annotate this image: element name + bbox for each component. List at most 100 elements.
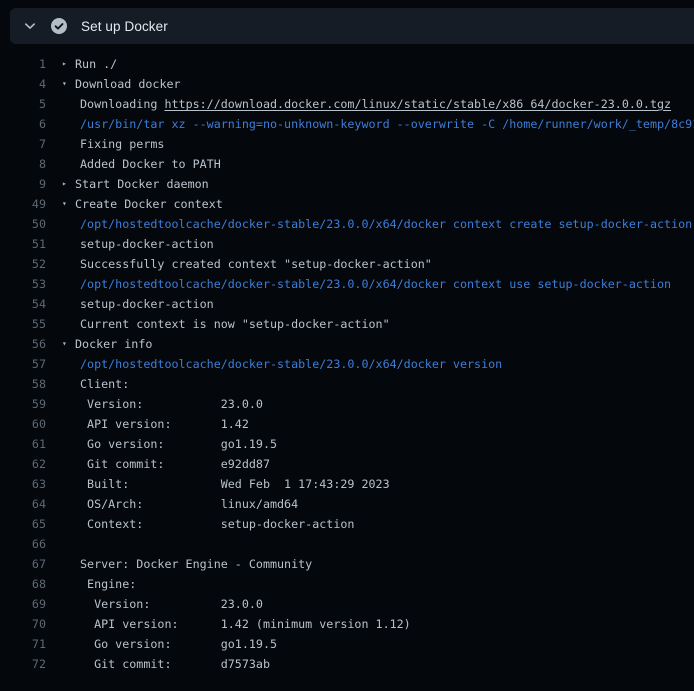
log-text: Added Docker to PATH — [80, 154, 221, 174]
log-text: Fixing perms — [80, 134, 164, 154]
log-line: 55 Current context is now "setup-docker-… — [0, 314, 694, 334]
line-number[interactable]: 9 — [0, 174, 46, 194]
line-number[interactable]: 60 — [0, 414, 46, 434]
line-number[interactable]: 63 — [0, 474, 46, 494]
log-line: 52 Successfully created context "setup-d… — [0, 254, 694, 274]
log-line: 51 setup-docker-action — [0, 234, 694, 254]
line-number[interactable]: 58 — [0, 374, 46, 394]
log-line: 50 /opt/hostedtoolcache/docker-stable/23… — [0, 214, 694, 234]
line-number[interactable]: 51 — [0, 234, 46, 254]
log-line: 71 Go version: go1.19.5 — [0, 634, 694, 654]
line-number[interactable]: 61 — [0, 434, 46, 454]
log-text: Server: Docker Engine - Community — [80, 554, 312, 574]
line-number[interactable]: 65 — [0, 514, 46, 534]
log-text: API version: 1.42 — [80, 414, 249, 434]
log-line: 49 ▾ Create Docker context — [0, 194, 694, 214]
log-text: Download docker — [75, 74, 181, 94]
log-text: setup-docker-action — [80, 234, 214, 254]
step-log-panel: Set up Docker 1 ▸ Run ./ 4 ▾ Download dock… — [0, 8, 694, 674]
log-text: Current context is now "setup-docker-act… — [80, 314, 390, 334]
log-text: /opt/hostedtoolcache/docker-stable/23.0.… — [80, 214, 694, 234]
log-line: 62 Git commit: e92dd87 — [0, 454, 694, 474]
log-text: /opt/hostedtoolcache/docker-stable/23.0.… — [80, 354, 502, 374]
log-url-link[interactable]: https://download.docker.com/linux/static… — [164, 97, 671, 111]
line-number[interactable]: 59 — [0, 394, 46, 414]
log-text: /opt/hostedtoolcache/docker-stable/23.0.… — [80, 274, 671, 294]
log-text: Successfully created context "setup-dock… — [80, 254, 432, 274]
log-text: OS/Arch: linux/amd64 — [80, 494, 298, 514]
log-line: 6 /usr/bin/tar xz --warning=no-unknown-k… — [0, 114, 694, 134]
log-line: 4 ▾ Download docker — [0, 74, 694, 94]
line-number[interactable]: 49 — [0, 194, 46, 214]
log-text: Downloading https://download.docker.com/… — [80, 94, 671, 114]
chevron-down-icon[interactable] — [22, 18, 38, 34]
log-text: API version: 1.42 (minimum version 1.12) — [80, 614, 411, 634]
log-text: Engine: — [80, 574, 136, 594]
line-number[interactable]: 64 — [0, 494, 46, 514]
step-title: Set up Docker — [81, 19, 168, 34]
log-text: Context: setup-docker-action — [80, 514, 354, 534]
group-toggle-icon[interactable]: ▾ — [62, 334, 67, 354]
line-number[interactable]: 72 — [0, 654, 46, 674]
log-line: 69 Version: 23.0.0 — [0, 594, 694, 614]
check-circle-icon — [50, 17, 68, 35]
line-number[interactable]: 53 — [0, 274, 46, 294]
line-number[interactable]: 69 — [0, 594, 46, 614]
log-line: 58 Client: — [0, 374, 694, 394]
log-line: 1 ▸ Run ./ — [0, 54, 694, 74]
line-number[interactable]: 57 — [0, 354, 46, 374]
line-number[interactable]: 62 — [0, 454, 46, 474]
line-number[interactable]: 66 — [0, 534, 46, 554]
line-number[interactable]: 7 — [0, 134, 46, 154]
line-number[interactable]: 56 — [0, 334, 46, 354]
log-text: Downloading — [80, 97, 164, 111]
log-line: 63 Built: Wed Feb 1 17:43:29 2023 — [0, 474, 694, 494]
line-number[interactable]: 5 — [0, 94, 46, 114]
line-number[interactable]: 50 — [0, 214, 46, 234]
line-number[interactable]: 68 — [0, 574, 46, 594]
log-line: 8 Added Docker to PATH — [0, 154, 694, 174]
log-text: Git commit: e92dd87 — [80, 454, 270, 474]
line-number[interactable]: 70 — [0, 614, 46, 634]
log-line: 70 API version: 1.42 (minimum version 1.… — [0, 614, 694, 634]
line-number[interactable]: 71 — [0, 634, 46, 654]
group-toggle-icon[interactable]: ▾ — [62, 74, 67, 94]
log-line: 65 Context: setup-docker-action — [0, 514, 694, 534]
log-line: 59 Version: 23.0.0 — [0, 394, 694, 414]
line-number[interactable]: 8 — [0, 154, 46, 174]
log-text: Go version: go1.19.5 — [80, 634, 277, 654]
log-text: Git commit: d7573ab — [80, 654, 270, 674]
line-number[interactable]: 1 — [0, 54, 46, 74]
log-text: setup-docker-action — [80, 294, 214, 314]
log-line: 54 setup-docker-action — [0, 294, 694, 314]
log-text: Run ./ — [75, 54, 117, 74]
log-text: Version: 23.0.0 — [80, 594, 263, 614]
group-toggle-icon[interactable]: ▸ — [62, 174, 67, 194]
line-number[interactable]: 6 — [0, 114, 46, 134]
log-line: 9 ▸ Start Docker daemon — [0, 174, 694, 194]
group-toggle-icon[interactable]: ▸ — [62, 54, 67, 74]
log-text: Client: — [80, 374, 129, 394]
log-line: 56 ▾ Docker info — [0, 334, 694, 354]
step-header[interactable]: Set up Docker — [10, 8, 694, 44]
log-line: 66 — [0, 534, 694, 554]
log-text: Version: 23.0.0 — [80, 394, 263, 414]
log-text: /usr/bin/tar xz --warning=no-unknown-key… — [80, 114, 694, 134]
group-toggle-icon[interactable]: ▾ — [62, 194, 67, 214]
log-line: 68 Engine: — [0, 574, 694, 594]
log-text: Built: Wed Feb 1 17:43:29 2023 — [80, 474, 390, 494]
log-line: 60 API version: 1.42 — [0, 414, 694, 434]
line-number[interactable]: 54 — [0, 294, 46, 314]
log-text: Start Docker daemon — [75, 174, 209, 194]
log-text: Docker info — [75, 334, 152, 354]
log-line: 61 Go version: go1.19.5 — [0, 434, 694, 454]
log-line: 67 Server: Docker Engine - Community — [0, 554, 694, 574]
line-number[interactable]: 67 — [0, 554, 46, 574]
log-line: 53 /opt/hostedtoolcache/docker-stable/23… — [0, 274, 694, 294]
log-line: 64 OS/Arch: linux/amd64 — [0, 494, 694, 514]
log-area: 1 ▸ Run ./ 4 ▾ Download docker 5 Downloadi… — [0, 54, 694, 674]
log-text: Create Docker context — [75, 194, 223, 214]
line-number[interactable]: 4 — [0, 74, 46, 94]
line-number[interactable]: 52 — [0, 254, 46, 274]
line-number[interactable]: 55 — [0, 314, 46, 334]
